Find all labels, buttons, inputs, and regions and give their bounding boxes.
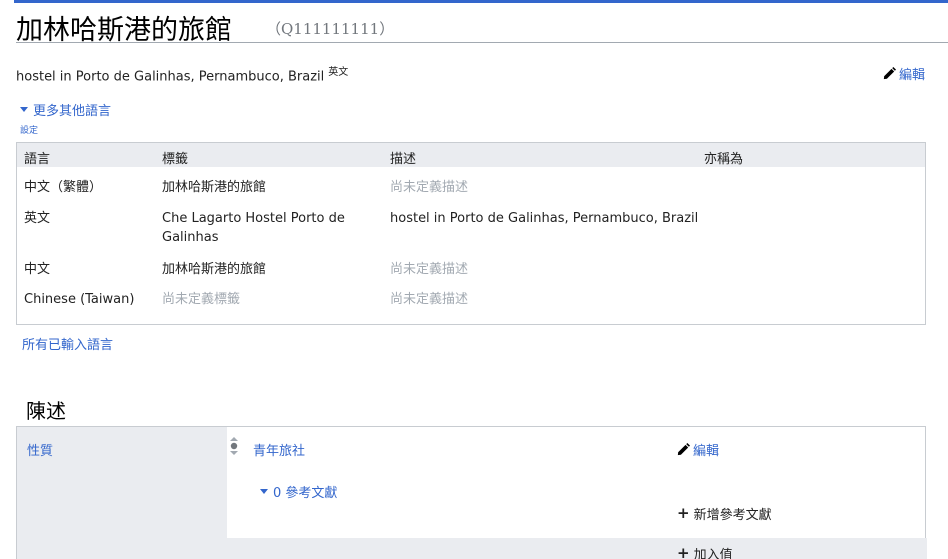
pencil-icon bbox=[677, 442, 690, 455]
add-reference-label: 新增參考文獻 bbox=[693, 508, 772, 523]
plus-icon: + bbox=[677, 504, 690, 522]
edit-statement-button[interactable]: 編輯 bbox=[676, 440, 719, 459]
row-description: hostel in Porto de Galinhas, Pernambuco,… bbox=[390, 211, 699, 226]
statements-heading: 陳述 bbox=[26, 399, 66, 423]
caret-down-icon bbox=[20, 107, 28, 112]
statement-value-link[interactable]: 青年旅社 bbox=[253, 440, 305, 459]
description-language: 英文 bbox=[328, 67, 349, 78]
column-header-aliases: 亦稱為 bbox=[704, 152, 744, 167]
add-value-label: 加入值 bbox=[693, 548, 733, 559]
references-toggle[interactable]: 0 參考文獻 bbox=[260, 482, 337, 501]
row-label: 尚未定義標籤 bbox=[162, 292, 241, 307]
page-header: 加林哈斯港的旅館 （Q111111111） bbox=[16, 6, 948, 46]
edit-statement-label: 編輯 bbox=[693, 444, 720, 459]
more-languages-toggle[interactable]: 更多其他語言 bbox=[20, 100, 111, 119]
rank-selector-icon[interactable] bbox=[229, 436, 239, 456]
row-label: 加林哈斯港的旅館 bbox=[162, 180, 267, 195]
column-header-label: 標籤 bbox=[162, 152, 189, 167]
row-language: 中文 bbox=[24, 262, 51, 277]
property-link[interactable]: 性質 bbox=[27, 440, 53, 459]
row-description: 尚未定義描述 bbox=[390, 180, 469, 195]
item-description: hostel in Porto de Galinhas, Pernambuco,… bbox=[16, 63, 348, 84]
row-language: 英文 bbox=[24, 211, 51, 226]
add-reference-button[interactable]: + 新增參考文獻 bbox=[677, 504, 772, 524]
pencil-icon bbox=[883, 66, 896, 79]
row-description: 尚未定義描述 bbox=[390, 262, 469, 277]
more-languages-label: 更多其他語言 bbox=[33, 104, 112, 119]
caret-down-icon bbox=[260, 489, 268, 494]
row-language: Chinese (Taiwan) bbox=[24, 292, 135, 307]
row-label: 加林哈斯港的旅館 bbox=[162, 262, 267, 277]
column-header-language: 語言 bbox=[24, 152, 51, 167]
terms-table: 語言 標籤 描述 亦稱為 中文（繁體） 加林哈斯港的旅館 尚未定義描述 英文 C… bbox=[16, 142, 926, 325]
references-count-label: 0 參考文獻 bbox=[273, 486, 338, 501]
row-label: Che Lagarto Hostel Porto de Galinhas bbox=[162, 211, 345, 245]
header-top-border bbox=[14, 0, 948, 3]
edit-terms-label: 編輯 bbox=[899, 68, 926, 83]
item-id: （Q111111111） bbox=[266, 20, 395, 38]
language-settings-link[interactable]: 設定 bbox=[20, 123, 38, 136]
page-title: 加林哈斯港的旅館 bbox=[16, 15, 232, 46]
add-value-bar bbox=[227, 538, 927, 559]
terms-table-header: 語言 標籤 描述 亦稱為 bbox=[17, 143, 925, 167]
description-text: hostel in Porto de Galinhas, Pernambuco,… bbox=[16, 69, 325, 85]
add-value-button[interactable]: + 加入值 bbox=[677, 544, 733, 559]
row-language: 中文（繁體） bbox=[24, 180, 103, 195]
statement-group: 性質 bbox=[16, 426, 927, 559]
all-entered-languages-link[interactable]: 所有已輸入語言 bbox=[22, 334, 113, 353]
row-description: 尚未定義描述 bbox=[390, 292, 469, 307]
column-header-description: 描述 bbox=[390, 152, 417, 167]
plus-icon: + bbox=[677, 544, 690, 559]
edit-terms-button[interactable]: 編輯 bbox=[882, 64, 925, 83]
property-cell: 性質 bbox=[17, 427, 227, 559]
